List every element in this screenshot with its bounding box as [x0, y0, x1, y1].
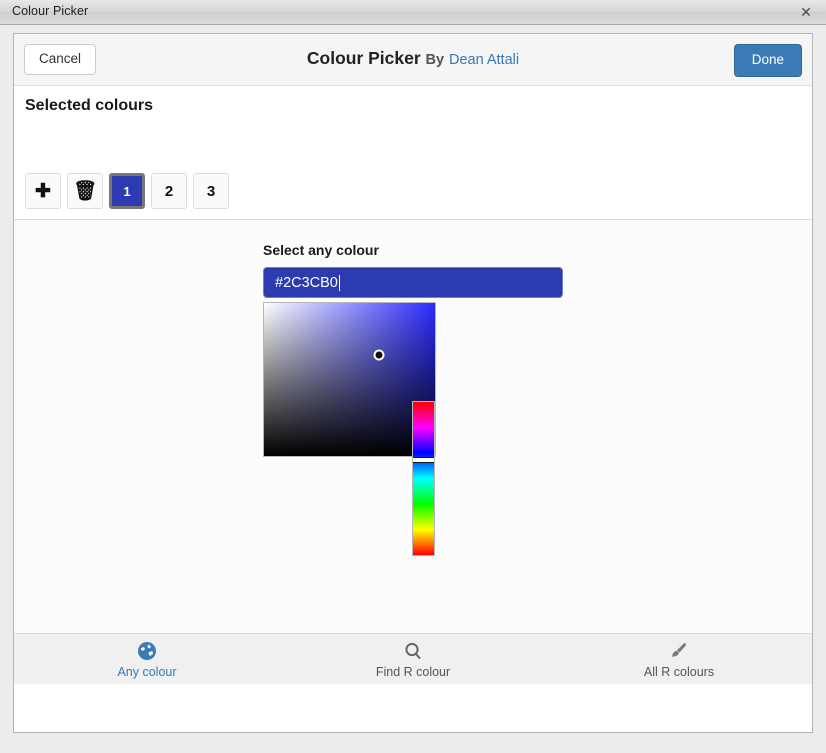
tab-all-r-colours[interactable]: All R colours	[546, 634, 812, 684]
delete-colour-button[interactable]: 🗑	[67, 173, 103, 209]
selected-colours-title: Selected colours	[25, 97, 154, 114]
text-caret	[338, 274, 340, 291]
dialog-header: Cancel Colour Picker By Dean Attali Done	[14, 34, 812, 86]
search-icon	[403, 640, 423, 662]
page-title: Colour Picker By Dean Attali	[14, 48, 812, 69]
add-colour-button[interactable]: ✚	[25, 173, 61, 209]
paintbrush-icon	[668, 640, 690, 662]
page-title-text: Colour Picker	[306, 48, 421, 68]
hex-value-input[interactable]: #2C3CB0	[263, 267, 563, 298]
window-titlebar: Colour Picker ✕	[0, 0, 826, 25]
window-title: Colour Picker	[12, 4, 89, 18]
hue-slider-marker[interactable]	[413, 457, 434, 464]
tab-any-colour[interactable]: Any colour	[14, 634, 280, 684]
globe-icon	[137, 640, 157, 662]
value-gradient-layer	[264, 303, 435, 456]
bottom-tab-bar: Any colour Find R colour All R colours	[14, 633, 812, 684]
swatch-button-3[interactable]: 3	[193, 173, 229, 209]
hue-slider[interactable]	[412, 401, 435, 556]
picker-body: Select any colour #2C3CB0 Any colour Fin…	[14, 220, 812, 684]
any-colour-picker: Select any colour #2C3CB0	[263, 242, 563, 556]
tab-all-r-colours-label: All R colours	[643, 664, 715, 679]
swatch-button-1[interactable]: 1	[109, 173, 145, 209]
tab-find-r-colour[interactable]: Find R colour	[280, 634, 546, 684]
saturation-value-marker[interactable]	[373, 349, 385, 361]
dialog-card: Cancel Colour Picker By Dean Attali Done…	[13, 33, 813, 733]
author-link[interactable]: Dean Attali	[449, 52, 519, 68]
done-button[interactable]: Done	[733, 44, 802, 78]
selected-colours-section: Selected colours ✚ 🗑 1 2 3 Return colour…	[14, 86, 812, 258]
hex-value-text: #2C3CB0	[275, 274, 338, 291]
tab-find-r-colour-label: Find R colour	[375, 664, 451, 679]
close-icon[interactable]: ✕	[798, 4, 814, 20]
select-any-colour-label: Select any colour	[263, 242, 379, 258]
page-title-by: By	[425, 52, 445, 68]
swatch-button-2[interactable]: 2	[151, 173, 187, 209]
colour-picker-window: Colour Picker ✕ Cancel Colour Picker By …	[0, 0, 826, 753]
tab-any-colour-label: Any colour	[117, 664, 177, 679]
saturation-value-panel[interactable]	[263, 302, 436, 457]
swatch-row: ✚ 🗑 1 2 3	[25, 173, 229, 209]
